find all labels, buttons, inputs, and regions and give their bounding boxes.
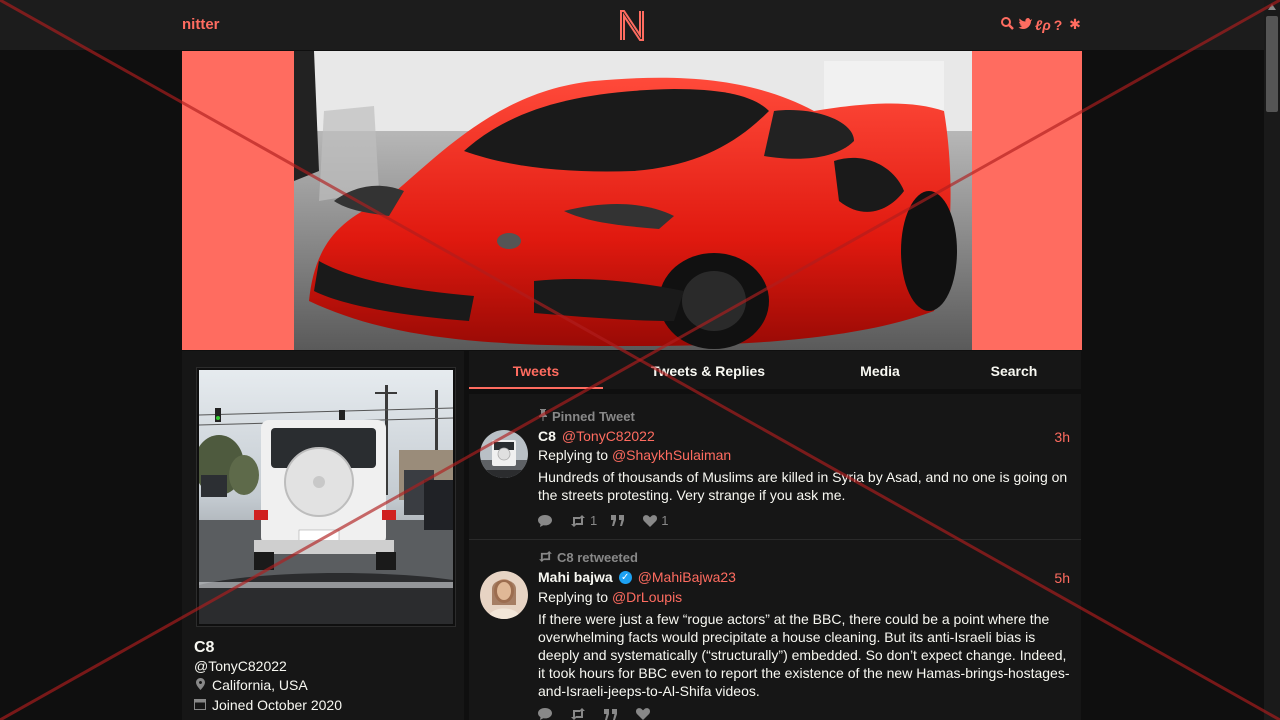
profile-joined: Joined October 2020 [194,697,342,713]
tweet-username[interactable]: @MahiBajwa23 [638,569,736,585]
profile-username[interactable]: @TonyC82022 [194,658,287,674]
profile-fullname[interactable]: C8 [194,639,214,657]
reply-prefix: Replying to [538,589,609,605]
gear-icon[interactable]: ✱ [1069,16,1081,33]
tweet-header-text: C8 retweeted [557,550,638,565]
tweet-avatar[interactable] [480,571,528,619]
scroll-thumb[interactable] [1266,16,1278,112]
tab-search[interactable]: Search [947,351,1081,389]
heart-icon [643,514,658,527]
location-pin-icon [194,677,206,693]
tweet-username[interactable]: @TonyC82022 [562,428,655,444]
tweet-reply-line: Replying to @ShaykhSulaiman [538,447,731,463]
tweet-fullname[interactable]: Mahi bajwa [538,569,613,585]
tweet-stats [538,708,654,720]
nav-icons: ℓρ ? ✱ [1001,16,1081,33]
timeline: Pinned Tweet C8 @TonyC82022 3h Replying … [469,394,1081,720]
brand-link[interactable]: nitter [182,16,220,33]
retweet-stat[interactable]: 1 [570,513,597,528]
tweet-header: C8 retweeted [538,550,638,565]
nitter-logo[interactable] [619,8,645,42]
verified-icon: ✓ [618,570,632,584]
quote-icon [604,708,617,720]
avatar [199,370,453,624]
tweet-name-line: Mahi bajwa ✓ @MahiBajwa23 [538,569,736,585]
tweet-item[interactable]: Pinned Tweet C8 @TonyC82022 3h Replying … [469,394,1081,540]
pin-icon [538,409,548,424]
retweet-icon [571,514,585,527]
navbar: nitter ℓρ ? ✱ [0,0,1264,50]
profile-location: California, USA [194,677,308,693]
like-stat[interactable] [636,708,654,720]
comment-stat[interactable] [538,708,556,720]
profile-tabs: Tweets Tweets & Replies Media Search [469,351,1081,389]
page-scrollbar[interactable] [1264,0,1280,720]
reply-to-link[interactable]: @DrLoupis [612,589,682,605]
tweet-date[interactable]: 3h [1054,429,1070,445]
comment-icon [538,708,552,720]
profile-banner[interactable] [182,51,1082,350]
comment-stat[interactable] [538,514,556,527]
profile-joined-text: Joined October 2020 [212,697,342,713]
help-icon[interactable]: ? [1052,17,1064,33]
profile-location-text: California, USA [212,677,308,693]
tweet-header: Pinned Tweet [538,409,635,424]
quote-icon [611,515,625,526]
like-stat[interactable]: 1 [643,513,668,528]
rss-icon[interactable]: ℓρ [1035,17,1051,33]
retweet-stat[interactable] [570,708,590,720]
tweet-avatar[interactable] [480,430,528,478]
heart-icon [636,708,650,720]
tweet-stats: 1 1 [538,513,668,528]
comment-icon [538,514,552,527]
banner-car-image [294,51,972,350]
tweet-reply-line: Replying to @DrLoupis [538,589,682,605]
retweet-icon [571,708,585,720]
tab-media[interactable]: Media [813,351,947,389]
calendar-icon [194,698,206,713]
reply-prefix: Replying to [538,447,609,463]
search-icon[interactable] [1001,16,1014,33]
tweet-content: Hundreds of thousands of Muslims are kil… [538,469,1068,503]
quote-stat[interactable] [611,515,629,526]
tweet-content: If there were just a few “rogue actors” … [538,611,1070,699]
scroll-up-arrow-icon[interactable] [1268,4,1276,10]
profile-avatar-frame[interactable] [196,367,456,627]
tweet-name-line: C8 @TonyC82022 [538,428,655,444]
tweet-date[interactable]: 5h [1054,570,1070,586]
retweet-icon [538,550,553,565]
tweet-fullname[interactable]: C8 [538,428,556,444]
quote-stat[interactable] [604,708,622,720]
profile-card: C8 @TonyC82022 California, USA Joined Oc… [182,351,464,720]
twitter-icon[interactable] [1018,17,1032,33]
reply-to-link[interactable]: @ShaykhSulaiman [612,447,731,463]
tweet-item[interactable]: C8 retweeted Mahi bajwa ✓ @MahiBajwa23 5… [469,540,1081,720]
tweet-header-text: Pinned Tweet [552,409,635,424]
tab-tweets[interactable]: Tweets [469,351,603,389]
tab-tweets-replies[interactable]: Tweets & Replies [603,351,813,389]
